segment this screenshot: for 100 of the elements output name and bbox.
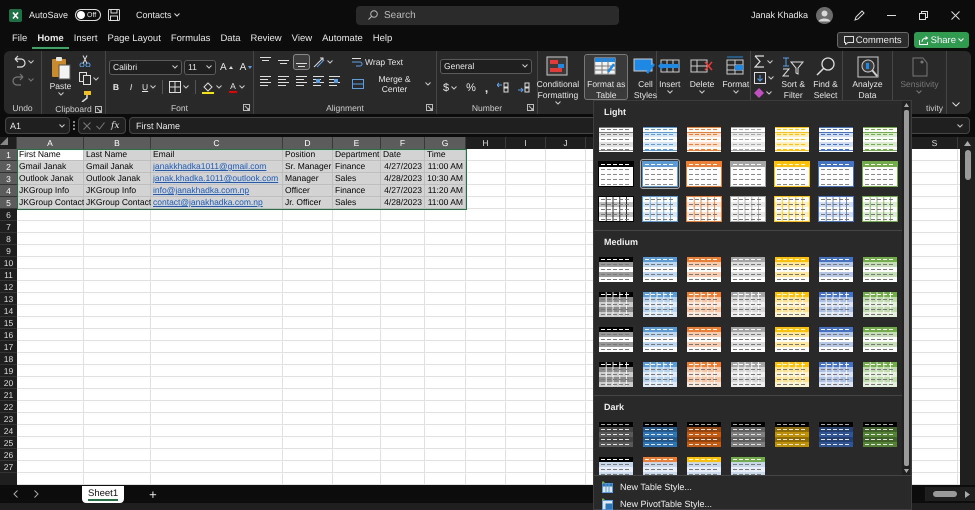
wrap-text-button[interactable]: Wrap Text bbox=[350, 56, 433, 68]
table-style-swatch[interactable] bbox=[596, 159, 636, 189]
table-style-swatch[interactable] bbox=[860, 159, 900, 189]
add-sheet-button[interactable]: + bbox=[146, 484, 160, 504]
email-link[interactable]: info@janakhadka.com.np bbox=[151, 185, 283, 197]
column-header[interactable]: E bbox=[333, 137, 381, 149]
avatar-icon[interactable] bbox=[816, 6, 833, 24]
scroll-thumb[interactable] bbox=[933, 491, 957, 497]
table-style-swatch[interactable] bbox=[684, 324, 724, 354]
column-header[interactable]: H bbox=[466, 137, 506, 149]
menu-tab[interactable]: Page Layout bbox=[102, 31, 166, 49]
bold-button[interactable]: B bbox=[109, 80, 123, 94]
decrease-indent-button[interactable] bbox=[311, 75, 326, 87]
row-header[interactable]: 25 bbox=[0, 437, 17, 449]
menu-tab[interactable]: Data bbox=[215, 31, 246, 49]
copy-button[interactable] bbox=[76, 71, 100, 86]
row-header[interactable]: 12 bbox=[0, 281, 17, 293]
cell-styles-button[interactable]: Cell Styles bbox=[630, 54, 660, 100]
row-header[interactable]: 6 bbox=[0, 209, 17, 221]
underline-button[interactable]: U bbox=[139, 80, 160, 94]
analyze-data-button[interactable]: Analyze Data bbox=[849, 54, 886, 100]
table-style-swatch[interactable] bbox=[640, 359, 680, 389]
column-header[interactable]: I bbox=[506, 137, 546, 149]
row-header[interactable]: 7 bbox=[0, 221, 17, 233]
menu-tab[interactable]: File bbox=[7, 31, 32, 49]
table-style-swatch[interactable] bbox=[640, 124, 680, 154]
format-as-table-button[interactable]: Format as Table bbox=[584, 54, 628, 100]
table-style-swatch[interactable] bbox=[728, 159, 768, 189]
column-header[interactable]: C bbox=[151, 137, 283, 149]
table-style-swatch[interactable] bbox=[860, 194, 900, 224]
column-header[interactable]: D bbox=[283, 137, 333, 149]
row-header[interactable]: 4 bbox=[0, 185, 17, 197]
percent-button[interactable]: % bbox=[463, 80, 479, 96]
table-style-swatch[interactable] bbox=[816, 289, 856, 319]
column-header[interactable]: F bbox=[381, 137, 425, 149]
row-header[interactable]: 15 bbox=[0, 317, 17, 329]
font-color-button[interactable]: A bbox=[226, 80, 248, 94]
format-cells-button[interactable]: Format bbox=[719, 54, 752, 100]
menu-item[interactable]: New Table Style... bbox=[594, 478, 911, 495]
column-header[interactable]: J bbox=[546, 137, 586, 149]
menu-tab[interactable]: View bbox=[286, 31, 318, 49]
orientation-button[interactable] bbox=[311, 56, 335, 68]
sort-filter-button[interactable]: Sort & Filter bbox=[778, 54, 808, 100]
menu-tab[interactable]: Formulas bbox=[166, 31, 216, 49]
table-style-swatch[interactable] bbox=[684, 254, 724, 284]
table-style-swatch[interactable] bbox=[816, 324, 856, 354]
table-style-swatch[interactable] bbox=[728, 194, 768, 224]
table-style-swatch[interactable] bbox=[816, 359, 856, 389]
scroll-thumb[interactable] bbox=[904, 110, 908, 466]
find-select-button[interactable]: Find & Select bbox=[810, 54, 841, 100]
horizontal-align-button[interactable] bbox=[275, 73, 292, 89]
table-style-swatch[interactable] bbox=[640, 289, 680, 319]
row-header[interactable]: 24 bbox=[0, 425, 17, 437]
table-style-swatch[interactable] bbox=[640, 254, 680, 284]
table-style-swatch[interactable] bbox=[728, 324, 768, 354]
sheet-tab[interactable]: Sheet1 bbox=[82, 486, 124, 502]
table-style-swatch[interactable] bbox=[772, 124, 812, 154]
table-style-swatch[interactable] bbox=[728, 359, 768, 389]
row-header[interactable]: 1 bbox=[0, 149, 17, 161]
table-style-swatch[interactable] bbox=[816, 194, 856, 224]
table-style-swatch[interactable] bbox=[640, 454, 680, 475]
paste-button[interactable]: Paste bbox=[46, 54, 74, 100]
table-style-swatch[interactable] bbox=[860, 254, 900, 284]
name-box[interactable]: A1 bbox=[5, 117, 70, 134]
table-style-swatch[interactable] bbox=[816, 124, 856, 154]
row-header[interactable]: 13 bbox=[0, 293, 17, 305]
table-style-swatch[interactable] bbox=[596, 194, 636, 224]
comma-style-button[interactable]: , bbox=[482, 78, 492, 96]
table-style-swatch[interactable] bbox=[640, 419, 680, 449]
table-style-swatch[interactable] bbox=[684, 289, 724, 319]
row-header[interactable]: 22 bbox=[0, 401, 17, 413]
table-style-swatch[interactable] bbox=[860, 419, 900, 449]
table-style-swatch[interactable] bbox=[684, 359, 724, 389]
row-header[interactable]: 11 bbox=[0, 269, 17, 281]
collapse-ribbon-button[interactable] bbox=[949, 100, 963, 109]
table-style-swatch[interactable] bbox=[728, 254, 768, 284]
table-style-swatch[interactable] bbox=[728, 289, 768, 319]
table-style-swatch[interactable] bbox=[860, 289, 900, 319]
table-style-swatch[interactable] bbox=[772, 159, 812, 189]
table-style-swatch[interactable] bbox=[860, 124, 900, 154]
table-style-swatch[interactable] bbox=[728, 124, 768, 154]
enter-icon[interactable] bbox=[96, 122, 105, 130]
delete-cells-button[interactable]: Delete bbox=[686, 54, 718, 100]
dialog-launcher-icon[interactable] bbox=[527, 104, 534, 111]
column-header[interactable]: B bbox=[84, 137, 151, 149]
increase-indent-button[interactable] bbox=[327, 75, 342, 87]
menu-item[interactable]: New PivotTable Style... bbox=[594, 495, 911, 510]
italic-button[interactable]: I bbox=[124, 80, 138, 94]
comments-button[interactable]: Comments bbox=[836, 32, 909, 48]
font-name-field[interactable]: Calibri bbox=[109, 60, 182, 74]
table-style-swatch[interactable] bbox=[596, 324, 636, 354]
table-style-swatch[interactable] bbox=[684, 454, 724, 475]
table-style-swatch[interactable] bbox=[772, 254, 812, 284]
row-header[interactable]: 9 bbox=[0, 245, 17, 257]
font-size-field[interactable]: 11 bbox=[184, 60, 216, 74]
table-style-swatch[interactable] bbox=[816, 419, 856, 449]
row-header[interactable]: 16 bbox=[0, 329, 17, 341]
column-header[interactable]: G bbox=[425, 137, 466, 149]
table-style-swatch[interactable] bbox=[816, 159, 856, 189]
row-header[interactable]: 8 bbox=[0, 233, 17, 245]
